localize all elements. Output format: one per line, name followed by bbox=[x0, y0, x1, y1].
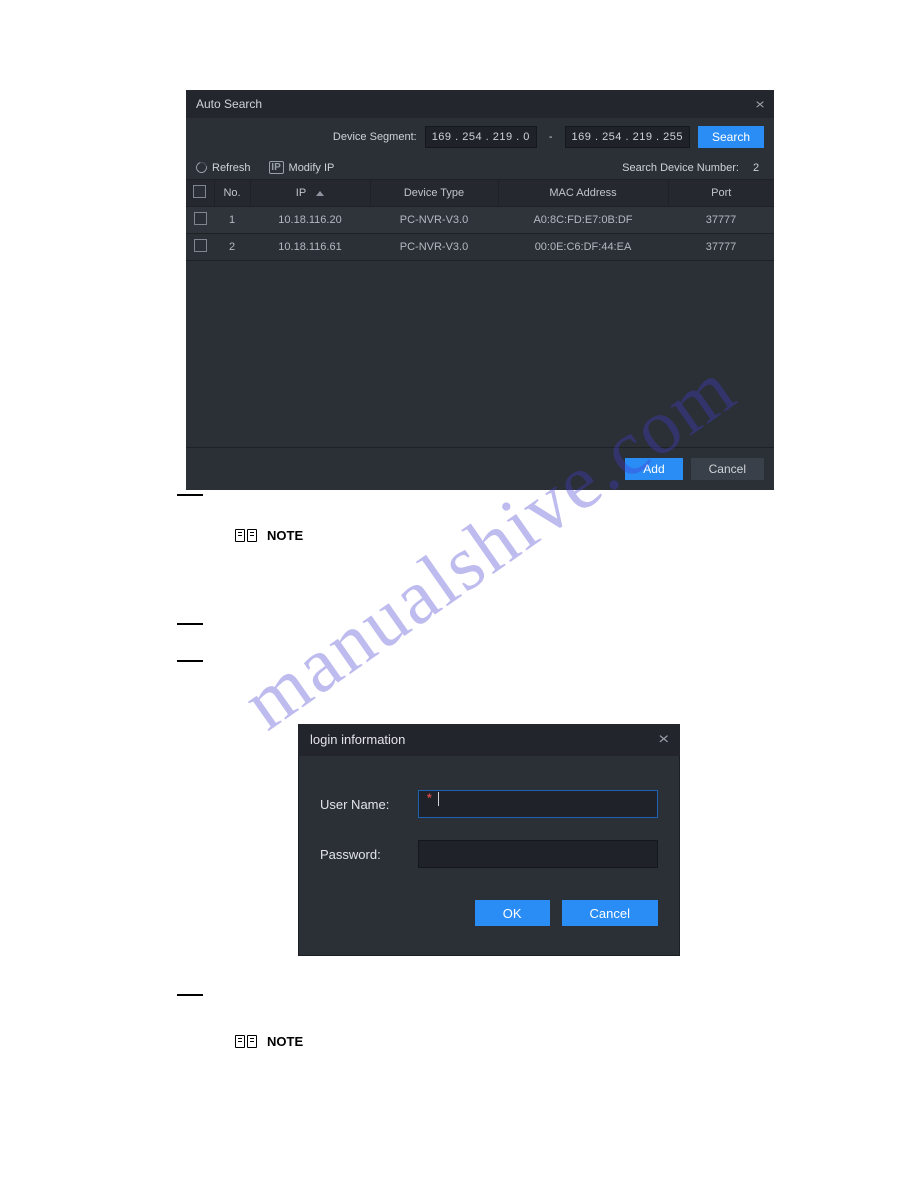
username-label: User Name: bbox=[320, 797, 418, 812]
note-label: NOTE bbox=[267, 528, 303, 543]
cell-no: 2 bbox=[214, 234, 250, 261]
password-input[interactable] bbox=[418, 840, 658, 868]
cell-type: PC-NVR-V3.0 bbox=[370, 207, 498, 234]
username-input[interactable]: * bbox=[418, 790, 658, 818]
note-block: NOTE bbox=[233, 528, 303, 543]
col-no[interactable]: No. bbox=[214, 180, 250, 207]
search-device-number: Search Device Number: 2 bbox=[622, 162, 764, 174]
rule bbox=[177, 494, 203, 496]
login-title: login information bbox=[310, 724, 405, 756]
col-ip[interactable]: IP bbox=[250, 180, 370, 207]
password-label: Password: bbox=[320, 847, 418, 862]
username-row: User Name: * bbox=[320, 790, 658, 818]
text-cursor bbox=[438, 792, 439, 806]
search-button[interactable]: Search bbox=[698, 126, 764, 148]
modify-ip-button[interactable]: IP Modify IP bbox=[269, 161, 335, 174]
refresh-icon bbox=[194, 160, 209, 175]
cancel-button[interactable]: Cancel bbox=[562, 900, 658, 926]
ok-button[interactable]: OK bbox=[475, 900, 550, 926]
row-checkbox[interactable] bbox=[194, 212, 207, 225]
auto-search-title: Auto Search bbox=[196, 90, 262, 118]
table-empty-area bbox=[186, 260, 774, 447]
note-icon bbox=[233, 1035, 259, 1049]
table-row[interactable]: 2 10.18.116.61 PC-NVR-V3.0 00:0E:C6:DF:4… bbox=[186, 234, 774, 261]
close-icon[interactable]: × bbox=[755, 90, 765, 118]
required-icon: * bbox=[427, 791, 432, 805]
select-all-checkbox[interactable] bbox=[193, 185, 206, 198]
rule bbox=[177, 660, 203, 662]
auto-search-dialog: Auto Search × Device Segment: 169 . 254 … bbox=[186, 90, 774, 490]
login-dialog: login information × User Name: * Passwor… bbox=[298, 724, 680, 956]
cell-ip: 10.18.116.61 bbox=[250, 234, 370, 261]
ip-icon: IP bbox=[269, 161, 284, 174]
note-block: NOTE bbox=[233, 1034, 303, 1049]
refresh-button[interactable]: Refresh bbox=[196, 162, 251, 174]
col-device-type[interactable]: Device Type bbox=[370, 180, 498, 207]
segment-start-ip[interactable]: 169 . 254 . 219 . 0 bbox=[425, 126, 537, 148]
row-checkbox[interactable] bbox=[194, 239, 207, 252]
sort-asc-icon bbox=[316, 191, 324, 196]
note-label: NOTE bbox=[267, 1034, 303, 1049]
cell-type: PC-NVR-V3.0 bbox=[370, 234, 498, 261]
login-footer: OK Cancel bbox=[298, 900, 680, 932]
segment-end-ip[interactable]: 169 . 254 . 219 . 255 bbox=[565, 126, 690, 148]
password-row: Password: bbox=[320, 840, 658, 868]
device-table: No. IP Device Type MAC Address Port 1 10… bbox=[186, 179, 774, 260]
note-icon bbox=[233, 529, 259, 543]
auto-search-toolbar: Refresh IP Modify IP Search Device Numbe… bbox=[186, 156, 774, 179]
login-titlebar: login information × bbox=[298, 724, 680, 756]
device-segment-label: Device Segment: bbox=[333, 131, 417, 143]
cell-port: 37777 bbox=[668, 207, 774, 234]
segment-dash: - bbox=[545, 131, 557, 143]
col-port[interactable]: Port bbox=[668, 180, 774, 207]
cancel-button[interactable]: Cancel bbox=[691, 458, 764, 480]
cell-no: 1 bbox=[214, 207, 250, 234]
cell-mac: A0:8C:FD:E7:0B:DF bbox=[498, 207, 668, 234]
rule bbox=[177, 994, 203, 996]
cell-ip: 10.18.116.20 bbox=[250, 207, 370, 234]
add-button[interactable]: Add bbox=[625, 458, 682, 480]
col-mac[interactable]: MAC Address bbox=[498, 180, 668, 207]
table-header-row: No. IP Device Type MAC Address Port bbox=[186, 180, 774, 207]
cell-port: 37777 bbox=[668, 234, 774, 261]
table-row[interactable]: 1 10.18.116.20 PC-NVR-V3.0 A0:8C:FD:E7:0… bbox=[186, 207, 774, 234]
rule bbox=[177, 623, 203, 625]
auto-search-titlebar: Auto Search × bbox=[186, 90, 774, 118]
auto-search-footer: Add Cancel bbox=[186, 447, 774, 490]
close-icon[interactable]: × bbox=[658, 724, 669, 756]
device-segment-row: Device Segment: 169 . 254 . 219 . 0 - 16… bbox=[186, 118, 774, 156]
cell-mac: 00:0E:C6:DF:44:EA bbox=[498, 234, 668, 261]
